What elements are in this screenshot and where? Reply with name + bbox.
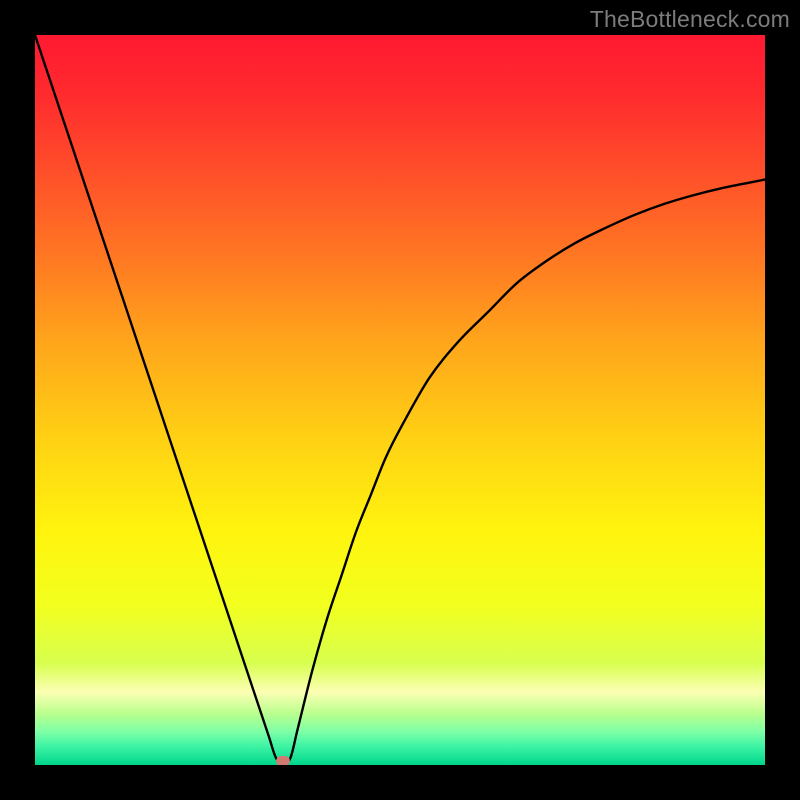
minimum-marker bbox=[276, 756, 290, 765]
watermark-text: TheBottleneck.com bbox=[590, 6, 790, 33]
curve-line bbox=[35, 35, 765, 765]
chart-frame: TheBottleneck.com bbox=[0, 0, 800, 800]
plot-area bbox=[35, 35, 765, 765]
